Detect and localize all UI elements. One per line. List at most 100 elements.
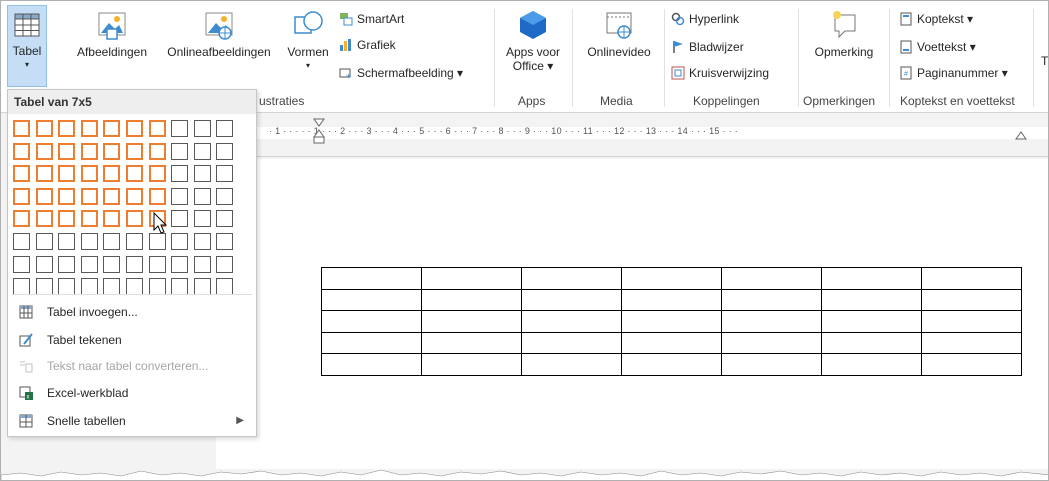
vormen-button[interactable]: Vormen ▾ bbox=[282, 9, 334, 70]
table-grid-cell[interactable] bbox=[80, 278, 98, 296]
table-grid-cell[interactable] bbox=[13, 120, 30, 137]
table-grid-cell[interactable] bbox=[126, 233, 143, 250]
table-cell[interactable] bbox=[921, 353, 1022, 376]
table-grid-cell[interactable] bbox=[216, 255, 234, 273]
table-grid-cell[interactable] bbox=[193, 142, 211, 160]
table-grid-cell[interactable] bbox=[126, 187, 143, 205]
table-grid-cell[interactable] bbox=[148, 187, 166, 205]
table-grid-cell[interactable] bbox=[148, 120, 166, 137]
table-grid-cell[interactable] bbox=[193, 278, 211, 296]
table-grid-cell[interactable] bbox=[148, 278, 166, 296]
hyperlink-button[interactable]: Hyperlink bbox=[671, 9, 739, 29]
table-grid-cell[interactable] bbox=[216, 278, 234, 296]
onlineafbeeldingen-button[interactable]: Onlineafbeeldingen bbox=[157, 9, 281, 59]
table-grid-cell[interactable] bbox=[58, 187, 76, 205]
table-grid-cell[interactable] bbox=[35, 165, 53, 183]
table-cell[interactable] bbox=[721, 310, 822, 333]
table-grid-cell[interactable] bbox=[126, 210, 143, 228]
table-grid-cell[interactable] bbox=[80, 187, 98, 205]
table-cell[interactable] bbox=[821, 288, 922, 311]
table-cell[interactable] bbox=[921, 267, 1022, 290]
table-grid-cell[interactable] bbox=[35, 278, 53, 296]
tabel-button[interactable]: Tabel ▾ bbox=[7, 5, 47, 87]
table-grid-cell[interactable] bbox=[126, 165, 143, 183]
table-grid-cell[interactable] bbox=[58, 120, 76, 137]
table-cell[interactable] bbox=[621, 288, 722, 311]
table-grid-cell[interactable] bbox=[171, 120, 189, 137]
table-grid-cell[interactable] bbox=[13, 233, 30, 250]
table-cell[interactable] bbox=[521, 288, 622, 311]
table-grid-cell[interactable] bbox=[193, 233, 211, 250]
horizontal-ruler[interactable]: · 1 · · · · · 1 · · · 2 · · · 3 · · · 4 … bbox=[257, 113, 1048, 157]
table-grid-cell[interactable] bbox=[35, 142, 53, 160]
table-grid-cell[interactable] bbox=[193, 255, 211, 273]
table-cell[interactable] bbox=[421, 267, 522, 290]
table-grid-cell[interactable] bbox=[103, 233, 121, 250]
table-grid-cell[interactable] bbox=[103, 165, 121, 183]
table-cell[interactable] bbox=[321, 310, 422, 333]
table-grid-cell[interactable] bbox=[103, 255, 121, 273]
table-grid-cell[interactable] bbox=[216, 142, 234, 160]
table-cell[interactable] bbox=[921, 288, 1022, 311]
table-grid-cell[interactable] bbox=[171, 165, 189, 183]
table-cell[interactable] bbox=[421, 310, 522, 333]
table-grid-cell[interactable] bbox=[193, 187, 211, 205]
table-cell[interactable] bbox=[921, 310, 1022, 333]
table-cell[interactable] bbox=[521, 310, 622, 333]
table-grid-cell[interactable] bbox=[35, 120, 53, 137]
onlinevideo-button[interactable]: Onlinevideo bbox=[577, 9, 661, 59]
voettekst-button[interactable]: Voettekst ▾ bbox=[899, 37, 976, 57]
menu-item-snelle-tabellen[interactable]: Snelle tabellen ▶ bbox=[8, 409, 256, 433]
afbeeldingen-button[interactable]: Afbeeldingen bbox=[69, 9, 155, 59]
paginanummer-button[interactable]: # Paginanummer ▾ bbox=[899, 63, 1008, 83]
table-grid-cell[interactable] bbox=[193, 165, 211, 183]
koptekst-button[interactable]: Koptekst ▾ bbox=[899, 9, 973, 29]
table-grid-cell[interactable] bbox=[193, 120, 211, 137]
table-grid-cell[interactable] bbox=[171, 255, 189, 273]
table-grid-cell[interactable] bbox=[216, 233, 234, 250]
table-grid-cell[interactable] bbox=[216, 187, 234, 205]
table-grid-cell[interactable] bbox=[58, 233, 76, 250]
table-grid-cell[interactable] bbox=[58, 210, 76, 228]
table-grid-cell[interactable] bbox=[171, 233, 189, 250]
table-grid-cell[interactable] bbox=[148, 165, 166, 183]
table-grid-cell[interactable] bbox=[103, 210, 121, 228]
table-grid-cell[interactable] bbox=[58, 142, 76, 160]
table-grid-cell[interactable] bbox=[216, 120, 234, 137]
opmerking-button[interactable]: Opmerking bbox=[803, 9, 885, 59]
table-cell[interactable] bbox=[621, 310, 722, 333]
table-grid-cell[interactable] bbox=[80, 142, 98, 160]
table-cell[interactable] bbox=[821, 353, 922, 376]
right-indent-marker-icon[interactable] bbox=[1015, 125, 1027, 141]
table-grid-cell[interactable] bbox=[58, 278, 76, 296]
table-grid-cell[interactable] bbox=[80, 120, 98, 137]
table-cell[interactable] bbox=[621, 331, 722, 354]
bladwijzer-button[interactable]: Bladwijzer bbox=[671, 37, 744, 57]
table-cell[interactable] bbox=[721, 353, 822, 376]
table-grid-cell[interactable] bbox=[171, 187, 189, 205]
table-cell[interactable] bbox=[621, 267, 722, 290]
indent-marker-icon[interactable] bbox=[313, 117, 325, 145]
menu-item-tabel-invoegen[interactable]: Tabel invoegen... bbox=[8, 300, 256, 324]
smartart-button[interactable]: SmartArt bbox=[339, 9, 404, 29]
table-cell[interactable] bbox=[421, 288, 522, 311]
menu-item-tabel-tekenen[interactable]: Tabel tekenen bbox=[8, 328, 256, 352]
table-grid-cell[interactable] bbox=[80, 233, 98, 250]
table-grid-cell[interactable] bbox=[35, 255, 53, 273]
table-grid-cell[interactable] bbox=[216, 165, 234, 183]
table-grid-cell[interactable] bbox=[13, 165, 30, 183]
table-grid-cell[interactable] bbox=[103, 142, 121, 160]
table-grid-cell[interactable] bbox=[103, 278, 121, 296]
table-cell[interactable] bbox=[821, 267, 922, 290]
table-grid-cell[interactable] bbox=[126, 278, 143, 296]
document-page[interactable] bbox=[216, 159, 1048, 469]
table-cell[interactable] bbox=[321, 353, 422, 376]
grafiek-button[interactable]: Grafiek bbox=[339, 35, 396, 55]
table-grid-cell[interactable] bbox=[193, 210, 211, 228]
table-grid-cell[interactable] bbox=[126, 120, 143, 137]
table-grid-cell[interactable] bbox=[103, 120, 121, 137]
table-grid-cell[interactable] bbox=[171, 278, 189, 296]
table-cell[interactable] bbox=[821, 310, 922, 333]
table-grid-cell[interactable] bbox=[126, 255, 143, 273]
table-grid-cell[interactable] bbox=[35, 233, 53, 250]
